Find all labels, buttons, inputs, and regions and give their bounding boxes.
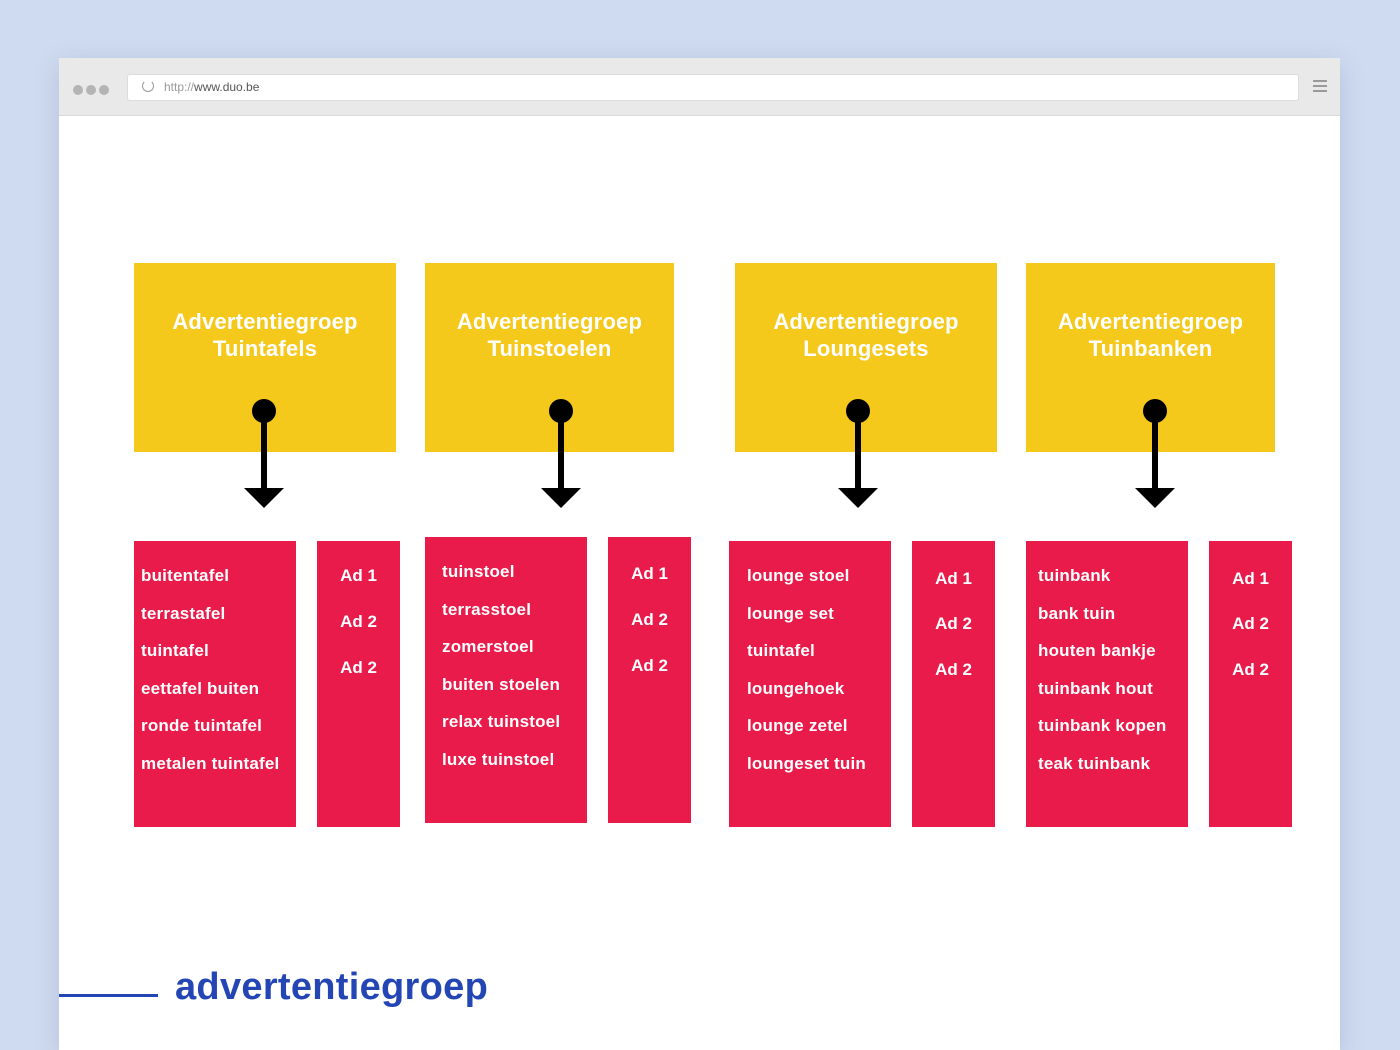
ad-item: Ad 2 [1232, 614, 1269, 633]
keyword-item: luxe tuinstoel [442, 750, 555, 769]
keyword-item: lounge stoel [747, 566, 850, 585]
keyword-item: tuinbank [1038, 566, 1111, 585]
ad-group-title-line1: Advertentiegroep [773, 309, 959, 334]
keyword-item: loungehoek [747, 679, 845, 698]
ad-item: Ad 1 [935, 569, 972, 588]
ad-item: Ad 2 [1232, 660, 1269, 679]
ad-group-title-line2: Tuintafels [212, 336, 318, 361]
reload-icon[interactable] [142, 80, 154, 92]
keyword-item: houten bankje [1038, 641, 1156, 660]
keyword-item: buitentafel [141, 566, 230, 585]
browser-toolbar: http://www.duo.be [59, 58, 1340, 116]
ad-group-title-line1: Advertentiegroep [1057, 309, 1244, 334]
window-controls[interactable] [73, 82, 112, 100]
url-prefix: http:// [164, 80, 195, 94]
keyword-item: lounge zetel [747, 716, 848, 735]
address-bar[interactable]: http://www.duo.be [127, 74, 1299, 101]
ad-group-title: Advertentiegroep Tuinstoelen [425, 308, 674, 362]
keyword-item: terrasstoel [442, 600, 532, 619]
keyword-item: terrastafel [141, 604, 226, 623]
browser-window: http://www.duo.be Advertentiegroep Tuint… [59, 58, 1340, 1050]
legend-label: advertentiegroep [175, 966, 489, 1008]
down-arrow-icon [1135, 399, 1175, 508]
url-host: www.duo.be [194, 80, 260, 94]
url-text[interactable]: http://www.duo.be [164, 80, 259, 94]
keyword-item: ronde tuintafel [141, 716, 263, 735]
keyword-item: bank tuin [1038, 604, 1116, 623]
keyword-item: loungeset tuin [747, 754, 866, 773]
ad-item: Ad 1 [1232, 569, 1269, 588]
keyword-list: tuinbank bank tuin houten bankje tuinban… [1026, 541, 1188, 827]
ad-group-title-line1: Advertentiegroep [456, 309, 643, 334]
keyword-item: tuinbank hout [1038, 679, 1153, 698]
keyword-list: buitentafel terrastafel tuintafel eettaf… [134, 541, 296, 827]
ad-item: Ad 2 [340, 612, 377, 631]
keyword-item: metalen tuintafel [141, 754, 280, 773]
keyword-item: tuintafel [747, 641, 815, 660]
keyword-item: buiten stoelen [442, 675, 561, 694]
ad-item: Ad 2 [935, 614, 972, 633]
down-arrow-icon [838, 399, 878, 508]
ad-list: Ad 1 Ad 2 Ad 2 [608, 537, 691, 823]
keyword-item: zomerstoel [442, 637, 534, 656]
hamburger-menu-icon[interactable] [1313, 80, 1327, 95]
down-arrow-icon [244, 399, 284, 508]
down-arrow-icon [541, 399, 581, 508]
ad-group-title: Advertentiegroep Tuinbanken [1026, 308, 1275, 362]
ad-item: Ad 2 [631, 610, 668, 629]
ad-group-title-line2: Tuinbanken [1088, 336, 1213, 361]
ad-group-title-line2: Loungesets [803, 336, 929, 361]
window-dot-icon[interactable] [99, 85, 109, 95]
ad-list: Ad 1 Ad 2 Ad 2 [912, 541, 995, 827]
keyword-item: teak tuinbank [1038, 754, 1151, 773]
ad-item: Ad 1 [340, 566, 377, 585]
keyword-item: tuintafel [141, 641, 209, 660]
keyword-item: tuinbank kopen [1038, 716, 1167, 735]
window-dot-icon[interactable] [86, 85, 96, 95]
keyword-list: tuinstoel terrasstoel zomerstoel buiten … [425, 537, 587, 823]
keyword-item: tuinstoel [442, 562, 515, 581]
ad-item: Ad 1 [631, 564, 668, 583]
ad-list: Ad 1 Ad 2 Ad 2 [1209, 541, 1292, 827]
ad-item: Ad 2 [935, 660, 972, 679]
ad-item: Ad 2 [340, 658, 377, 677]
ad-group-title-line1: Advertentiegroep [172, 309, 358, 334]
ad-list: Ad 1 Ad 2 Ad 2 [317, 541, 400, 827]
ad-group-title: Advertentiegroep Tuintafels [134, 308, 396, 362]
keyword-item: relax tuinstoel [442, 712, 561, 731]
keyword-list: lounge stoel lounge set tuintafel lounge… [729, 541, 891, 827]
keyword-item: eettafel buiten [141, 679, 260, 698]
ad-group-title-line2: Tuinstoelen [487, 336, 612, 361]
ad-item: Ad 2 [631, 656, 668, 675]
window-dot-icon[interactable] [73, 85, 83, 95]
legend-line [59, 994, 158, 997]
keyword-item: lounge set [747, 604, 835, 623]
ad-group-title: Advertentiegroep Loungesets [735, 308, 997, 362]
